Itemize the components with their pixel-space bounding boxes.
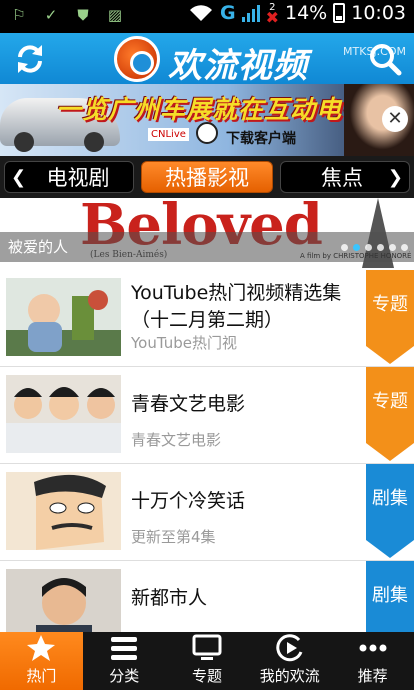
app-screen: ⚐ ✓ ⛊ ▨ G 2 ✖ 14% 10:03 欢流视频 MTKSJ.COM 一… — [0, 0, 414, 690]
ad-banner[interactable]: 一览广州车展就在互动电视 CNLive 下载客户端 ✕ — [0, 84, 414, 156]
status-bar: ⚐ ✓ ⛊ ▨ G 2 ✖ 14% 10:03 — [0, 0, 414, 33]
close-icon[interactable]: ✕ — [382, 106, 408, 132]
hero-carousel[interactable]: Beloved (Les Bien-Aimés) A film by CHRIS… — [0, 198, 414, 270]
hero-credit: A film by CHRISTOPHE HONORÉ — [300, 252, 412, 260]
nav-label: 我的欢流 — [259, 667, 320, 685]
topic-badge: 专题 — [366, 270, 414, 364]
carousel-dot — [365, 244, 372, 251]
refresh-icon[interactable] — [12, 41, 48, 77]
category-tabs: ❮ 电视剧 热播影视 焦点 ❯ — [0, 156, 414, 198]
app-header: 欢流视频 MTKSJ.COM — [0, 33, 414, 86]
app-logo — [114, 36, 160, 82]
nav-item-category[interactable]: 分类 — [83, 632, 166, 690]
app-notification-icon: ⚐ — [12, 6, 26, 24]
check-icon: ✓ — [44, 6, 58, 24]
nav-label: 推荐 — [357, 667, 388, 685]
wifi-icon — [189, 5, 212, 21]
network-type: G — [219, 2, 236, 24]
battery-icon — [333, 3, 346, 23]
list-item[interactable]: 十万个冷笑话 更新至第4集 剧集 — [0, 464, 414, 561]
thumbnail-cartoon-image — [6, 472, 121, 550]
nav-item-topics[interactable]: 专题 — [166, 632, 249, 690]
hero-caption: 被爱的人 — [8, 238, 69, 256]
tab-hot-movies[interactable]: 热播影视 — [141, 161, 273, 193]
carousel-dot — [389, 244, 396, 251]
cnlive-logo: CNLive — [148, 128, 189, 141]
thumbnail-youth-film-image — [6, 375, 121, 453]
nav-label: 热门 — [26, 667, 57, 685]
tab-tv-series[interactable]: ❮ 电视剧 — [4, 161, 134, 193]
more-icon — [359, 644, 387, 652]
topic-badge: 专题 — [366, 367, 414, 461]
image-icon: ▨ — [107, 6, 123, 24]
nav-label: 分类 — [109, 667, 140, 685]
play-circle-icon — [276, 634, 303, 662]
chevron-left-icon[interactable]: ❮ — [11, 167, 26, 188]
list-item[interactable]: 青春文艺电影 青春文艺电影 专题 — [0, 367, 414, 464]
series-badge: 剧集 — [366, 561, 414, 655]
monitor-icon — [192, 634, 222, 660]
nav-item-recommend[interactable]: 推荐 — [331, 632, 414, 690]
nav-item-hot[interactable]: 热门 — [0, 632, 83, 690]
carousel-dot-active — [353, 244, 360, 251]
list-item-subtitle: YouTube热门视 — [131, 334, 237, 352]
search-icon[interactable] — [368, 42, 402, 76]
list-item-title: 青春文艺电影 — [131, 393, 246, 415]
battery-percent: 14% — [285, 2, 328, 24]
no-signal-icon: ✖ — [265, 8, 279, 27]
ad-headline: 一览广州车展就在互动电视 — [56, 95, 369, 124]
nav-item-my[interactable]: 我的欢流 — [248, 632, 331, 690]
tab-label: 焦点 — [321, 166, 363, 190]
chevron-right-icon[interactable]: ❯ — [388, 167, 403, 188]
list-item-title: YouTube热门视频精选集（十二月第二期） — [131, 282, 342, 331]
carousel-dot — [341, 244, 348, 251]
carousel-indicator — [341, 244, 408, 251]
clock: 10:03 — [351, 2, 406, 24]
list-item-title: 新都市人 — [131, 587, 208, 609]
shield-icon: ⛊ — [77, 6, 89, 24]
series-badge: 剧集 — [366, 464, 414, 558]
carousel-dot — [377, 244, 384, 251]
list-item-subtitle: 青春文艺电影 — [131, 431, 222, 449]
carousel-dot — [401, 244, 408, 251]
bottom-nav: 热门 分类 专题 我的欢流 推荐 — [0, 632, 414, 690]
panda-logo-icon — [196, 122, 218, 144]
star-icon — [27, 635, 56, 661]
ad-download-text: 下载客户端 — [226, 131, 296, 147]
hero-subtitle-art: (Les Bien-Aimés) — [90, 250, 168, 260]
list-item-subtitle: 更新至第4集 — [131, 528, 216, 546]
tab-label: 热播影视 — [165, 166, 249, 190]
app-brand-title: 欢流视频 — [168, 46, 308, 86]
list-icon — [111, 637, 138, 660]
tab-focus[interactable]: 焦点 ❯ — [280, 161, 410, 193]
nav-label: 专题 — [191, 667, 222, 685]
list-item[interactable]: YouTube热门视频精选集（十二月第二期） YouTube热门视 专题 — [0, 270, 414, 367]
signal-icon — [241, 4, 260, 22]
list-item-title: 十万个冷笑话 — [131, 490, 246, 512]
tab-label: 电视剧 — [46, 166, 110, 190]
thumbnail-baby-image — [6, 278, 121, 356]
